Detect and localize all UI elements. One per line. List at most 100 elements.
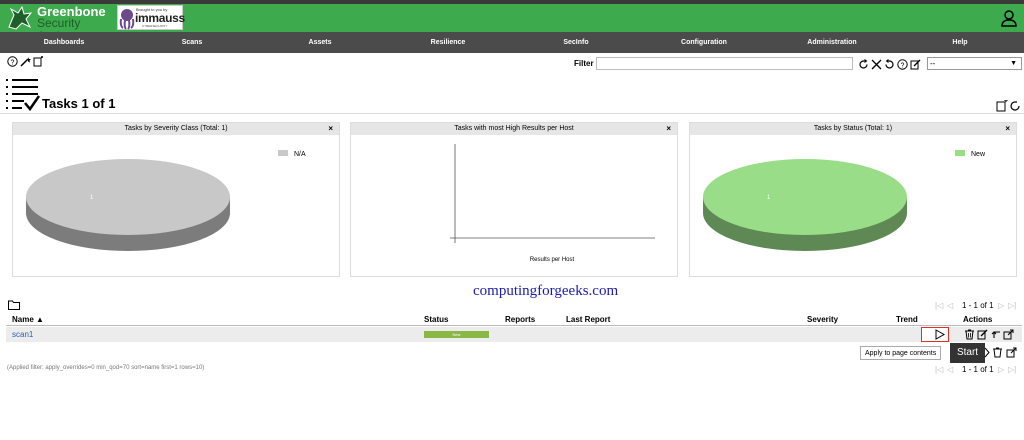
nav-dashboards[interactable]: Dashboards xyxy=(0,32,128,53)
nav-assets[interactable]: Assets xyxy=(256,32,384,53)
panel-header: Tasks by Status (Total: 1) × xyxy=(690,123,1016,135)
status-text: New xyxy=(452,332,461,337)
user-icon[interactable] xyxy=(1000,9,1018,27)
panel-severity-class: Tasks by Severity Class (Total: 1) × 1 N/… xyxy=(12,122,340,277)
pagination-bottom: |◁ ◁ 1 - 1 of 1 ▷ ▷| xyxy=(935,364,1021,376)
title-actions xyxy=(996,100,1020,112)
table-row[interactable]: scan1 New xyxy=(6,327,1022,342)
filter-select-value: -- xyxy=(930,59,936,68)
watermark: computingforgeeks.com xyxy=(473,283,619,299)
column-reports[interactable]: Reports xyxy=(505,315,535,324)
last-page-icon[interactable]: ▷| xyxy=(1008,365,1016,374)
column-status[interactable]: Status xyxy=(424,315,448,324)
panel-high-results: Tasks with most High Results per Host × … xyxy=(350,122,678,277)
pie-slice[interactable] xyxy=(703,159,907,235)
header: Greenbone Security Assistant Brought to … xyxy=(0,4,1024,43)
reload-icon[interactable] xyxy=(884,59,895,70)
status-badge: New xyxy=(424,331,489,338)
last-page-icon[interactable]: ▷| xyxy=(1008,301,1016,310)
nav-resilience[interactable]: Resilience xyxy=(384,32,512,53)
next-page-icon[interactable]: ▷ xyxy=(998,301,1004,310)
panel-header: Tasks by Severity Class (Total: 1) × xyxy=(13,123,339,135)
nav-administration[interactable]: Administration xyxy=(768,32,896,53)
svg-text:?: ? xyxy=(11,59,15,66)
play-icon[interactable] xyxy=(985,347,990,358)
close-icon[interactable]: × xyxy=(666,123,671,135)
column-severity[interactable]: Severity xyxy=(807,315,838,324)
next-page-icon[interactable]: ▷ xyxy=(998,365,1004,374)
nav-scans[interactable]: Scans xyxy=(128,32,256,53)
panel-header: Tasks with most High Results per Host × xyxy=(351,123,677,135)
export-icon[interactable] xyxy=(1003,329,1014,340)
apply-tooltip: Apply to page contents xyxy=(860,346,942,360)
main-nav: Dashboards Scans Assets Resilience SecIn… xyxy=(0,32,1024,53)
pagination-text: 1 - 1 of 1 xyxy=(962,365,994,374)
panel-title: Tasks with most High Results per Host xyxy=(454,125,574,132)
legend-swatch xyxy=(955,150,965,156)
octopus-icon xyxy=(119,9,135,30)
filter-label: Filter xyxy=(574,59,594,68)
legend-label: N/A xyxy=(294,151,306,158)
column-trend[interactable]: Trend xyxy=(896,315,918,324)
prev-page-icon[interactable]: ◁ xyxy=(947,365,953,374)
panel-title: Tasks by Severity Class (Total: 1) xyxy=(124,125,228,132)
clone-icon[interactable] xyxy=(990,329,1001,340)
panel-task-status: Tasks by Status (Total: 1) × 1 New xyxy=(689,122,1017,277)
edit-icon[interactable] xyxy=(977,329,988,340)
first-page-icon[interactable]: |◁ xyxy=(935,365,943,374)
column-actions: Actions xyxy=(963,315,993,324)
legend-label: New xyxy=(971,151,986,158)
reload-icon[interactable] xyxy=(1010,101,1020,111)
filter-select[interactable]: -- ▼ xyxy=(927,57,1022,70)
first-page-icon[interactable]: |◁ xyxy=(935,301,943,310)
nav-help[interactable]: Help xyxy=(896,32,1024,53)
new-task-icon[interactable] xyxy=(33,56,44,67)
start-button[interactable] xyxy=(921,327,949,342)
task-name-link[interactable]: scan1 xyxy=(12,330,33,339)
close-icon[interactable]: × xyxy=(1005,123,1010,135)
trash-icon[interactable] xyxy=(993,347,1002,358)
title-bar: Tasks 1 of 1 xyxy=(0,74,1024,114)
legend-swatch xyxy=(278,150,288,156)
partner-name: immauss xyxy=(135,11,185,25)
reset-filter-icon[interactable] xyxy=(871,59,882,70)
x-axis-label: Results per Host xyxy=(530,257,575,263)
pagination-top: |◁ ◁ 1 - 1 of 1 ▷ ▷| xyxy=(935,300,1021,312)
task-list-icon xyxy=(6,79,40,112)
toolbar: ? Filter ? -- ▼ xyxy=(0,56,1024,72)
severity-pie-chart: 1N/A xyxy=(26,150,306,251)
table-header: Name ▲ Status Reports Last Report Severi… xyxy=(6,314,1022,326)
filter-help-icon[interactable]: ? xyxy=(897,59,908,70)
panel-title: Tasks by Status (Total: 1) xyxy=(813,125,893,132)
greenbone-logo[interactable]: Greenbone Security Assistant xyxy=(6,5,116,43)
refresh-icon[interactable] xyxy=(858,59,869,70)
pie-slice[interactable] xyxy=(26,159,230,235)
trash-icon[interactable] xyxy=(964,329,975,340)
export-icon[interactable] xyxy=(1006,347,1017,358)
close-icon[interactable]: × xyxy=(328,123,333,135)
chevron-down-icon: ▼ xyxy=(1010,60,1017,67)
greenbone-dragon-icon xyxy=(8,5,33,30)
prev-page-icon[interactable]: ◁ xyxy=(947,301,953,310)
applied-filter-text: (Applied filter: apply_overrides=0 min_q… xyxy=(7,365,205,371)
wizard-icon[interactable] xyxy=(20,56,31,67)
nav-configuration[interactable]: Configuration xyxy=(640,32,768,53)
page-title: Tasks 1 of 1 xyxy=(42,96,116,111)
edit-filter-icon[interactable] xyxy=(910,59,921,70)
results-bar-chart: Results per Host xyxy=(450,144,655,263)
bulk-actions xyxy=(985,347,1017,358)
filter-input[interactable] xyxy=(596,57,853,70)
partner-subtitle: CYBERSECURITY xyxy=(142,24,168,28)
column-last-report[interactable]: Last Report xyxy=(566,315,610,324)
svg-text:?: ? xyxy=(901,62,905,69)
play-icon xyxy=(935,329,946,340)
status-pie-chart: 1New xyxy=(703,150,986,251)
nav-secinfo[interactable]: SecInfo xyxy=(512,32,640,53)
column-name[interactable]: Name ▲ xyxy=(12,315,44,324)
pagination-text: 1 - 1 of 1 xyxy=(962,301,994,310)
start-tooltip: Start xyxy=(950,343,985,363)
new-task-icon[interactable] xyxy=(996,100,1008,112)
folder-icon[interactable] xyxy=(8,300,20,310)
partner-logo: Brought to you by immauss CYBERSECURITY xyxy=(117,5,185,30)
help-icon[interactable]: ? xyxy=(7,56,18,67)
